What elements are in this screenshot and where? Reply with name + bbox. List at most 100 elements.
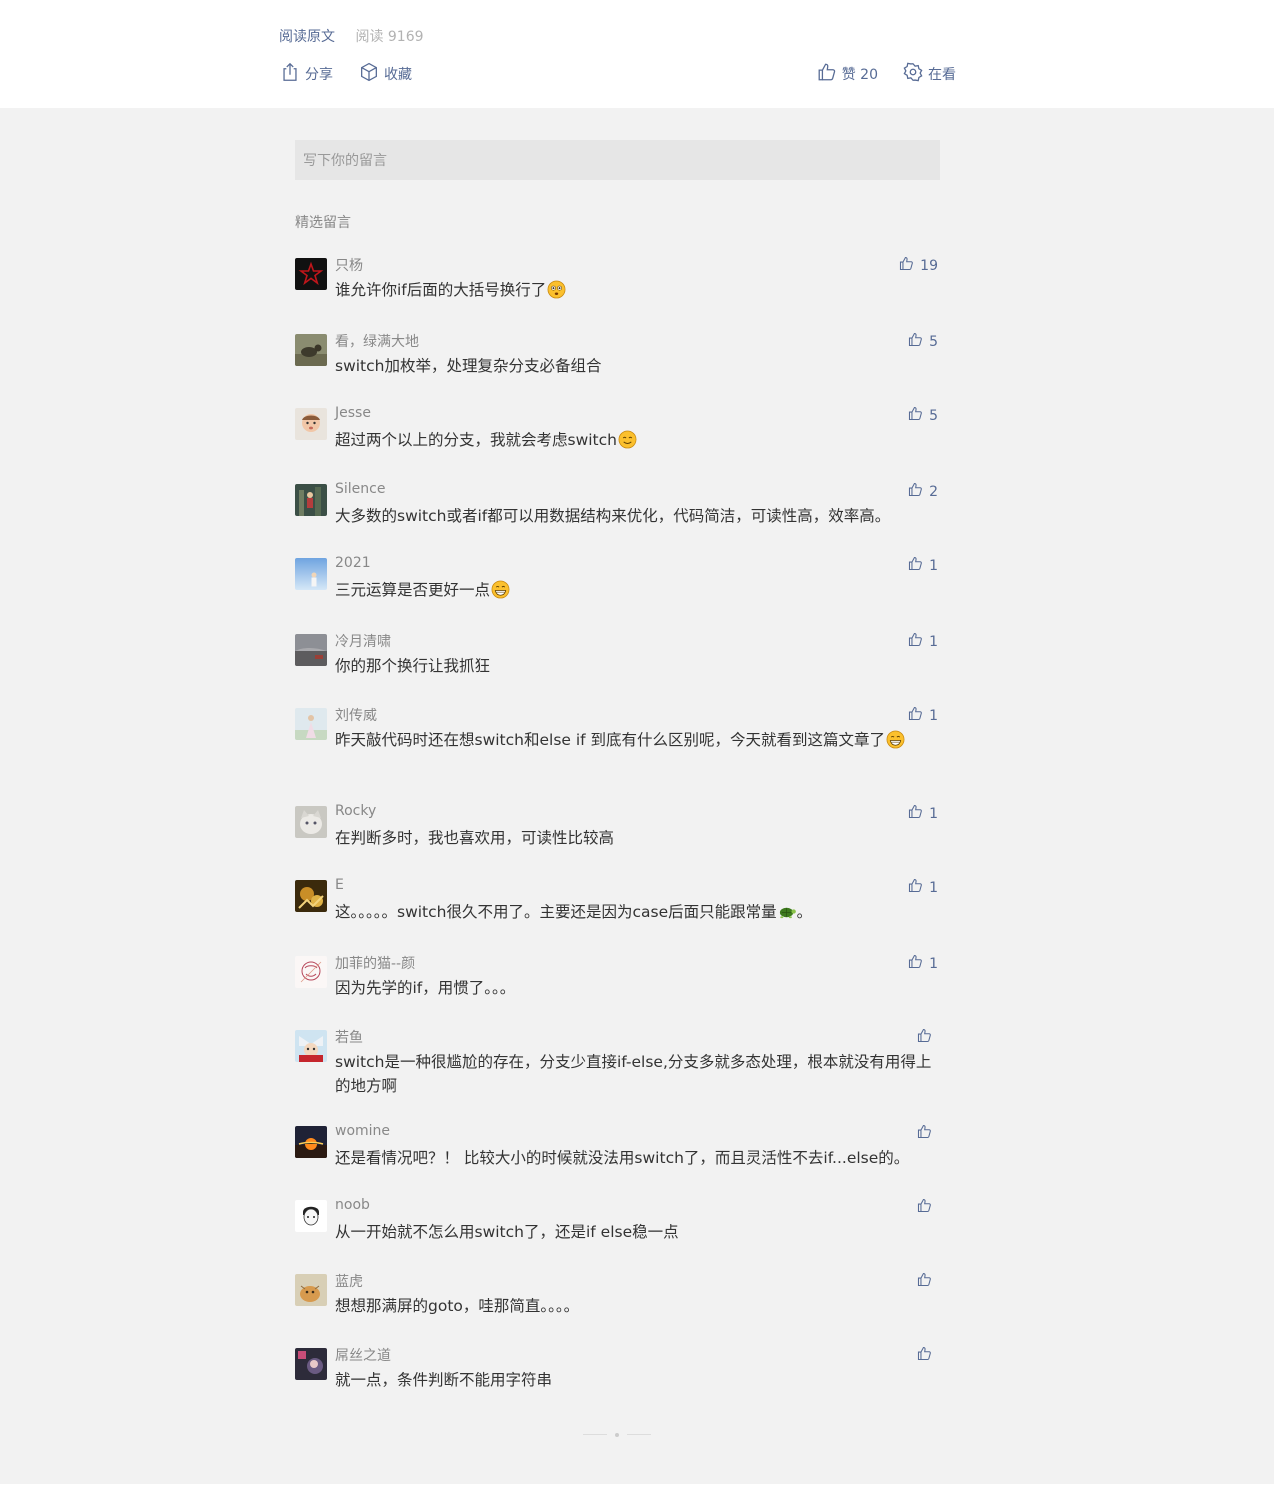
avatar xyxy=(295,1348,327,1380)
thumbs-up-icon xyxy=(907,705,929,726)
like-count: 1 xyxy=(929,879,938,896)
like-button[interactable]: 赞 20 xyxy=(816,62,878,86)
comment-like-button[interactable]: 2 xyxy=(907,481,938,502)
thumbs-up-icon xyxy=(916,1271,938,1292)
article-footer: 阅读原文 阅读 9169 分享 收藏 赞 20 在看 xyxy=(0,0,1274,108)
thumbs-up-icon xyxy=(916,1197,938,1218)
avatar xyxy=(295,258,327,290)
comment-text: 大多数的switch或者if都可以用数据结构来优化，代码简洁，可读性高，效率高。 xyxy=(335,504,939,528)
comment-nickname: noob xyxy=(335,1197,370,1213)
comment-text-content: 昨天敲代码时还在想switch和else if 到底有什么区别呢，今天就看到这篇… xyxy=(335,731,886,749)
comment-like-button[interactable]: 1 xyxy=(907,705,938,726)
like-count: 1 xyxy=(929,707,938,724)
comment-text-content: 就一点，条件判断不能用字符串 xyxy=(335,1371,553,1389)
comment-nickname: womine xyxy=(335,1123,391,1139)
comment-nickname: 刘传威 xyxy=(335,708,377,724)
comment-like-button[interactable] xyxy=(916,1123,938,1144)
thumbs-up-icon xyxy=(816,61,842,87)
comment-text-tail: 。 xyxy=(796,903,813,921)
comment-like-button[interactable]: 19 xyxy=(898,255,938,276)
avatar xyxy=(295,806,327,838)
comment-like-button[interactable]: 1 xyxy=(907,803,938,824)
comment-nickname: 若鱼 xyxy=(335,1030,363,1046)
flushed-emoji-icon xyxy=(547,280,566,299)
grin-emoji-icon xyxy=(491,580,510,599)
end-divider xyxy=(583,1433,653,1437)
comment-text-content: switch是一种很尴尬的存在，分支少直接if-else,分支多就多态处理，根本… xyxy=(335,1053,932,1095)
collect-button[interactable]: 收藏 xyxy=(358,62,412,86)
share-label: 分享 xyxy=(305,67,333,83)
comment-text: 超过两个以上的分支，我就会考虑switch xyxy=(335,428,939,452)
comment-nickname: 只杨 xyxy=(335,258,363,274)
comment-like-button[interactable]: 5 xyxy=(907,331,938,352)
thumbs-up-icon xyxy=(907,481,929,502)
smile-emoji-icon xyxy=(618,430,637,449)
read-row: 阅读原文 阅读 9169 xyxy=(279,26,424,46)
comment-text-content: switch加枚举，处理复杂分支必备组合 xyxy=(335,357,602,375)
comment-text-content: 还是看情况吧？！ 比较大小的时候就没法用switch了，而且灵活性不去if...… xyxy=(335,1149,910,1167)
like-count: 19 xyxy=(920,257,938,274)
action-bar: 分享 收藏 赞 20 在看 xyxy=(279,62,956,86)
comment-like-button[interactable] xyxy=(916,1197,938,1218)
like-label: 赞 20 xyxy=(841,67,878,83)
comment-nickname: Jesse xyxy=(335,405,371,421)
like-count: 1 xyxy=(929,955,938,972)
comment-nickname: 蓝虎 xyxy=(335,1274,363,1290)
cube-icon xyxy=(358,61,384,87)
like-count: 1 xyxy=(929,805,938,822)
thumbs-up-icon xyxy=(916,1027,938,1048)
comment-text: 从一开始就不怎么用switch了，还是if else稳一点 xyxy=(335,1220,939,1244)
comment-text: 想想那满屏的goto，哇那简直。。。。 xyxy=(335,1294,939,1318)
comment-text: 在判断多时，我也喜欢用，可读性比较高 xyxy=(335,826,939,850)
comment-nickname: 冷月清啸 xyxy=(335,634,391,650)
comment-text-content: 三元运算是否更好一点 xyxy=(335,581,491,599)
comment-like-button[interactable]: 1 xyxy=(907,877,938,898)
thumbs-up-icon xyxy=(907,953,929,974)
comment-like-button[interactable]: 1 xyxy=(907,631,938,652)
avatar xyxy=(295,1126,327,1158)
comment-like-button[interactable] xyxy=(916,1345,938,1366)
comment-text: 还是看情况吧？！ 比较大小的时候就没法用switch了，而且灵活性不去if...… xyxy=(335,1146,939,1170)
share-button[interactable]: 分享 xyxy=(279,62,333,86)
thumbs-up-icon xyxy=(898,255,920,276)
thumbs-up-icon xyxy=(916,1123,938,1144)
collect-label: 收藏 xyxy=(384,67,412,83)
avatar xyxy=(295,1200,327,1232)
comment-text: 三元运算是否更好一点 xyxy=(335,578,939,602)
comment-like-button[interactable] xyxy=(916,1027,938,1048)
grin-emoji-icon xyxy=(886,730,905,749)
thumbs-up-icon xyxy=(907,877,929,898)
share-icon xyxy=(279,61,305,87)
comment-text: 这。。。。。switch很久不用了。主要还是因为case后面只能跟常量 。 xyxy=(335,900,939,924)
comment-text-content: 你的那个换行让我抓狂 xyxy=(335,657,491,675)
comment-like-button[interactable]: 1 xyxy=(907,953,938,974)
comment-like-button[interactable]: 1 xyxy=(907,555,938,576)
flower-icon xyxy=(902,61,928,87)
comment-text-content: 因为先学的if，用惯了。。。 xyxy=(335,979,516,997)
comment-text: 因为先学的if，用惯了。。。 xyxy=(335,976,939,1000)
watch-label: 在看 xyxy=(928,67,956,83)
avatar xyxy=(295,708,327,740)
turtle-emoji-icon xyxy=(778,902,797,921)
thumbs-up-icon xyxy=(907,631,929,652)
thumbs-up-icon xyxy=(907,803,929,824)
comment-text-content: 从一开始就不怎么用switch了，还是if else稳一点 xyxy=(335,1223,679,1241)
comment-text: 谁允许你if后面的大括号换行了 xyxy=(335,278,939,302)
comment-text: switch加枚举，处理复杂分支必备组合 xyxy=(335,354,939,378)
avatar xyxy=(295,334,327,366)
watch-button[interactable]: 在看 xyxy=(902,62,956,86)
comment-like-button[interactable] xyxy=(916,1271,938,1292)
comment-nickname: E xyxy=(335,877,344,893)
like-count: 2 xyxy=(929,483,938,500)
like-count: 5 xyxy=(929,333,938,350)
comment-nickname: 2021 xyxy=(335,555,371,571)
comment-input[interactable] xyxy=(295,140,940,180)
read-original-link[interactable]: 阅读原文 xyxy=(279,29,335,45)
comment-text-content: 谁允许你if后面的大括号换行了 xyxy=(335,281,547,299)
comment-nickname: 屌丝之道 xyxy=(335,1348,391,1364)
avatar xyxy=(295,634,327,666)
comment-nickname: Silence xyxy=(335,481,386,497)
comment-like-button[interactable]: 5 xyxy=(907,405,938,426)
avatar xyxy=(295,956,327,988)
comment-text: 就一点，条件判断不能用字符串 xyxy=(335,1368,939,1392)
